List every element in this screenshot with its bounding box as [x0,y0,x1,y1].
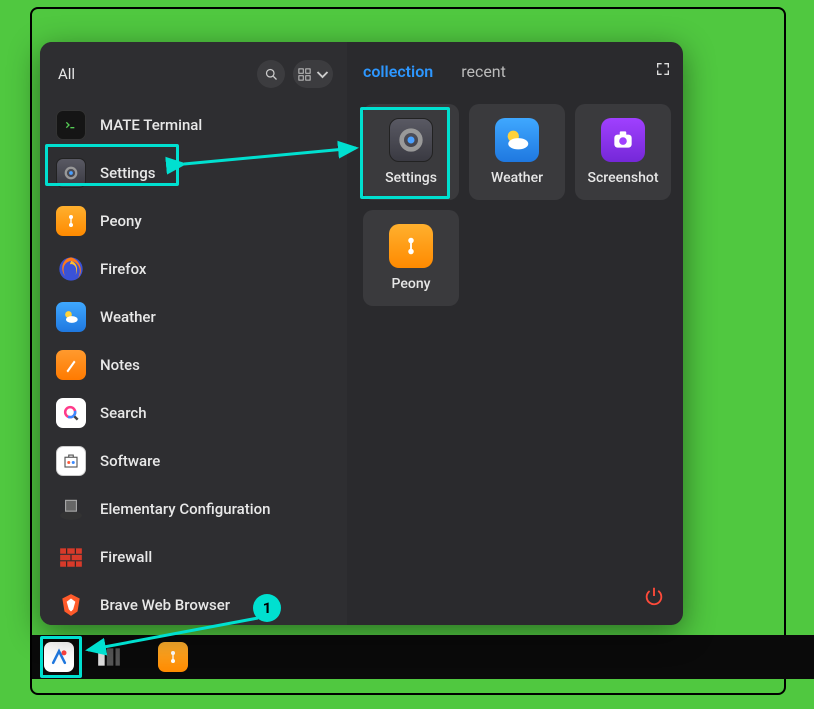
sidebar-item-firefox[interactable]: Firefox [48,246,339,292]
power-button[interactable] [643,585,665,611]
sidebar-item-firewall[interactable]: Firewall [48,534,339,580]
peony-icon [56,206,86,236]
chevron-down-icon [315,67,330,82]
taskbar-peony-icon[interactable] [158,642,188,672]
app-grid: Settings Weather Screenshot Peony [363,104,671,306]
sidebar-item-notes[interactable]: Notes [48,342,339,388]
grid-item-screenshot[interactable]: Screenshot [575,104,671,200]
grid-item-peony[interactable]: Peony [363,210,459,306]
firewall-icon [56,542,86,572]
sidebar-item-label: Search [100,404,147,422]
sidebar-item-label: Firewall [100,548,152,566]
view-mode-button[interactable] [293,60,333,88]
settings-icon [56,158,86,188]
sidebar-item-brave[interactable]: Brave Web Browser [48,582,339,625]
grid-item-label: Peony [392,276,431,292]
tab-recent[interactable]: recent [461,62,506,81]
grid-icon [297,67,312,82]
brave-icon [56,590,86,620]
sidebar-item-software[interactable]: Software [48,438,339,484]
grid-item-weather[interactable]: Weather [469,104,565,200]
sidebar-item-label: Software [100,452,160,470]
sidebar-item-label: Weather [100,308,156,326]
expand-button[interactable] [655,61,671,81]
sidebar-item-peony[interactable]: Peony [48,198,339,244]
sidebar-item-label: MATE Terminal [100,116,202,134]
settings-icon [389,118,433,162]
sidebar-item-search[interactable]: Search [48,390,339,436]
expand-icon [655,61,671,77]
peony-icon [389,224,433,268]
screenshot-icon [601,118,645,162]
sidebar-item-label: Settings [100,164,156,182]
app-menu: All MATE Terminal Settings Peony [40,42,683,625]
weather-icon [495,118,539,162]
elementary-icon [56,494,86,524]
annotation-marker-1: 1 [253,594,281,622]
sidebar-list: MATE Terminal Settings Peony Firefox Wea… [40,102,347,625]
sidebar-header: All [40,54,347,102]
sidebar-item-elementary[interactable]: Elementary Configuration [48,486,339,532]
main-panel: collection recent Settings Weather Scree… [347,42,683,625]
software-icon [56,446,86,476]
grid-item-label: Settings [385,170,437,186]
sidebar-item-label: Brave Web Browser [100,596,230,614]
sidebar-item-label: Elementary Configuration [100,500,270,518]
taskbar-workspaces-icon[interactable] [94,642,124,672]
sidebar-item-terminal[interactable]: MATE Terminal [48,102,339,148]
sidebar-item-label: Peony [100,212,142,230]
sidebar: All MATE Terminal Settings Peony [40,42,347,625]
search-app-icon [56,398,86,428]
sidebar-title: All [58,65,249,83]
search-button[interactable] [257,60,285,88]
tab-collection[interactable]: collection [363,62,433,81]
grid-item-settings[interactable]: Settings [363,104,459,200]
terminal-icon [56,110,86,140]
sidebar-item-label: Firefox [100,260,146,278]
firefox-icon [56,254,86,284]
power-icon [643,585,665,607]
taskbar [32,635,814,679]
sidebar-item-settings[interactable]: Settings [48,150,339,196]
grid-item-label: Weather [491,170,543,186]
sidebar-item-weather[interactable]: Weather [48,294,339,340]
taskbar-start-button[interactable] [44,642,74,672]
grid-item-label: Screenshot [588,170,659,186]
notes-icon [56,350,86,380]
search-icon [264,67,279,82]
main-header: collection recent [363,56,671,86]
sidebar-item-label: Notes [100,356,140,374]
weather-icon [56,302,86,332]
